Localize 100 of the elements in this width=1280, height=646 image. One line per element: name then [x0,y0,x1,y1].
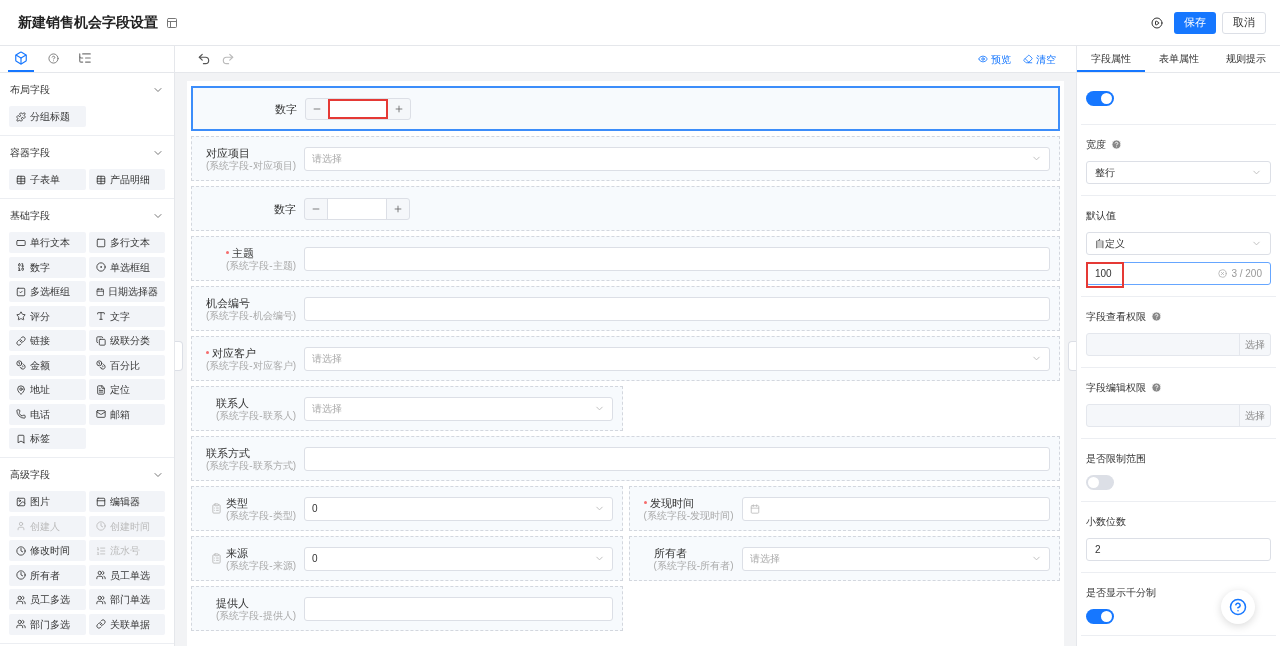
save-button[interactable]: 保存 [1174,11,1216,34]
input-value: 2 [1095,543,1101,557]
field-type-item[interactable]: 标签 [9,428,86,449]
cube-icon [14,51,28,65]
number-field[interactable]: 2 [1086,538,1271,561]
character-counter: 3 / 200 [1231,267,1262,281]
section-title: 基础字段 [10,209,50,223]
picker-field[interactable]: 选择 [1086,333,1271,356]
field-row[interactable]: 机会编号 (系统字段-机会编号) [191,286,1060,331]
field-type-item[interactable]: 关联单据 [88,613,165,635]
text-input[interactable] [304,446,1050,471]
field-type-item[interactable]: 编辑器 [88,491,165,512]
field-row[interactable]: 来源 (系统字段-来源) 0 [191,536,623,581]
field-type-item[interactable]: 百分比 [88,354,165,376]
field-type-item[interactable]: 文字 [88,305,165,327]
toggle-switch[interactable] [1086,91,1114,106]
field-type-item[interactable]: 地址 [9,379,86,400]
property-tab[interactable]: 字段属性 [1077,46,1145,72]
field-type-item[interactable]: 日期选择器 [88,281,165,302]
field-type-item[interactable]: 图片 [9,491,86,512]
clear-icon[interactable] [1218,269,1228,278]
select-field[interactable]: 自定义 [1086,232,1271,255]
collapse-handle[interactable] [175,341,183,371]
select-field[interactable]: 0 [304,546,613,571]
field-sublabel: (系统字段-主题) [226,259,296,272]
picker-field[interactable]: 选择 [1086,404,1271,427]
mail-icon [95,409,106,419]
field-type-item[interactable]: 单选框组 [88,256,165,278]
tree-icon [78,51,92,65]
field-type-item[interactable]: 多行文本 [88,232,165,253]
select-button[interactable]: 选择 [1239,334,1270,355]
date-field[interactable] [741,496,1050,521]
field-type-item[interactable]: 链接 [9,330,86,351]
field-row[interactable]: 类型 (系统字段-类型) 0 [191,486,623,531]
field-row[interactable]: 对应客户 (系统字段-对应客户) 请选择 [191,336,1060,381]
field-row[interactable]: 数字 [191,186,1060,231]
field-row[interactable]: 联系方式 (系统字段-联系方式) [191,436,1060,481]
field-type-item[interactable]: 金额 [9,354,86,376]
clear-button[interactable]: 清空 [1023,51,1056,67]
help-icon [1111,138,1122,150]
coins-icon [95,360,106,370]
field-type-item[interactable]: 子表单 [9,169,86,190]
field-type-item[interactable]: 定位 [88,379,165,400]
cancel-button[interactable]: 取消 [1222,11,1266,34]
table-icon [95,174,106,185]
property-label: 是否显示千分制 [1086,585,1156,600]
help-button[interactable] [1221,590,1255,624]
field-type-item[interactable]: 级联分类 [88,330,165,351]
select-placeholder: 请选择 [749,552,780,566]
select-value: 整行 [1095,166,1115,180]
field-row[interactable]: 提供人 (系统字段-提供人) [191,586,623,631]
field-row[interactable]: 主题 (系统字段-主题) [191,236,1060,281]
field-row[interactable]: 对应项目 (系统字段-对应项目) 请选择 [191,136,1060,181]
field-type-item[interactable]: 评分 [9,305,86,327]
select-value: 0 [312,502,318,516]
field-type-item[interactable]: 单行文本 [9,232,86,253]
text-input[interactable] [304,246,1050,271]
field-sublabel: (系统字段-来源) [226,559,296,572]
field-type-item[interactable]: 分组标题 [9,106,86,127]
field-sublabel: (系统字段-提供人) [216,609,296,622]
redo-icon[interactable] [221,52,235,66]
field-type-item[interactable]: 数字 [9,256,86,278]
toggle-switch[interactable] [1086,609,1114,624]
field-type-item[interactable]: 所有者 [9,564,86,586]
help-icon [1229,598,1247,616]
property-tab[interactable]: 规则提示 [1212,46,1280,72]
preview-button[interactable]: 预览 [978,51,1011,67]
plus-icon [393,203,403,214]
text-input[interactable] [304,596,613,621]
field-label: 来源 [226,545,248,560]
field-row[interactable]: 发现时间 (系统字段-发现时间) [628,486,1060,531]
field-type-item[interactable]: 员工多选 [9,589,86,610]
number-input[interactable] [327,198,387,219]
collapse-handle[interactable] [1068,341,1076,371]
field-row[interactable]: 所有者 (系统字段-所有者) 请选择 [628,536,1060,581]
field-type-item[interactable]: 邮箱 [88,403,165,425]
clock-icon [16,545,26,556]
property-tab[interactable]: 表单属性 [1144,46,1213,72]
undo-icon[interactable] [197,52,211,66]
highlighted-number-input[interactable] [328,98,388,119]
field-type-item[interactable]: 产品明细 [88,169,165,190]
select-field[interactable]: 0 [304,496,613,521]
field-row[interactable]: 联系人 (系统字段-联系人) 请选择 [191,386,623,431]
layout-icon[interactable] [166,16,178,29]
selected-field-row[interactable]: 数字 [191,86,1060,131]
text-input[interactable] [304,296,1050,321]
field-type-item[interactable]: 员工单选 [88,564,165,586]
field-label: 联系方式 [206,445,250,460]
field-type-item[interactable]: 部门多选 [9,613,86,635]
play-icon[interactable] [1151,16,1163,29]
field-type-item[interactable]: 修改时间 [9,540,86,561]
default-value-field[interactable]: 100 3 / 200 [1086,262,1271,285]
select-field[interactable]: 整行 [1086,161,1271,184]
field-type-item[interactable]: 多选框组 [9,281,86,302]
field-type-item[interactable]: 部门单选 [88,589,165,610]
help-icon [1151,310,1162,322]
section-title: 容器字段 [10,146,50,160]
toggle-switch[interactable] [1086,475,1114,490]
select-button[interactable]: 选择 [1239,405,1270,426]
field-type-item[interactable]: 电话 [9,403,86,425]
